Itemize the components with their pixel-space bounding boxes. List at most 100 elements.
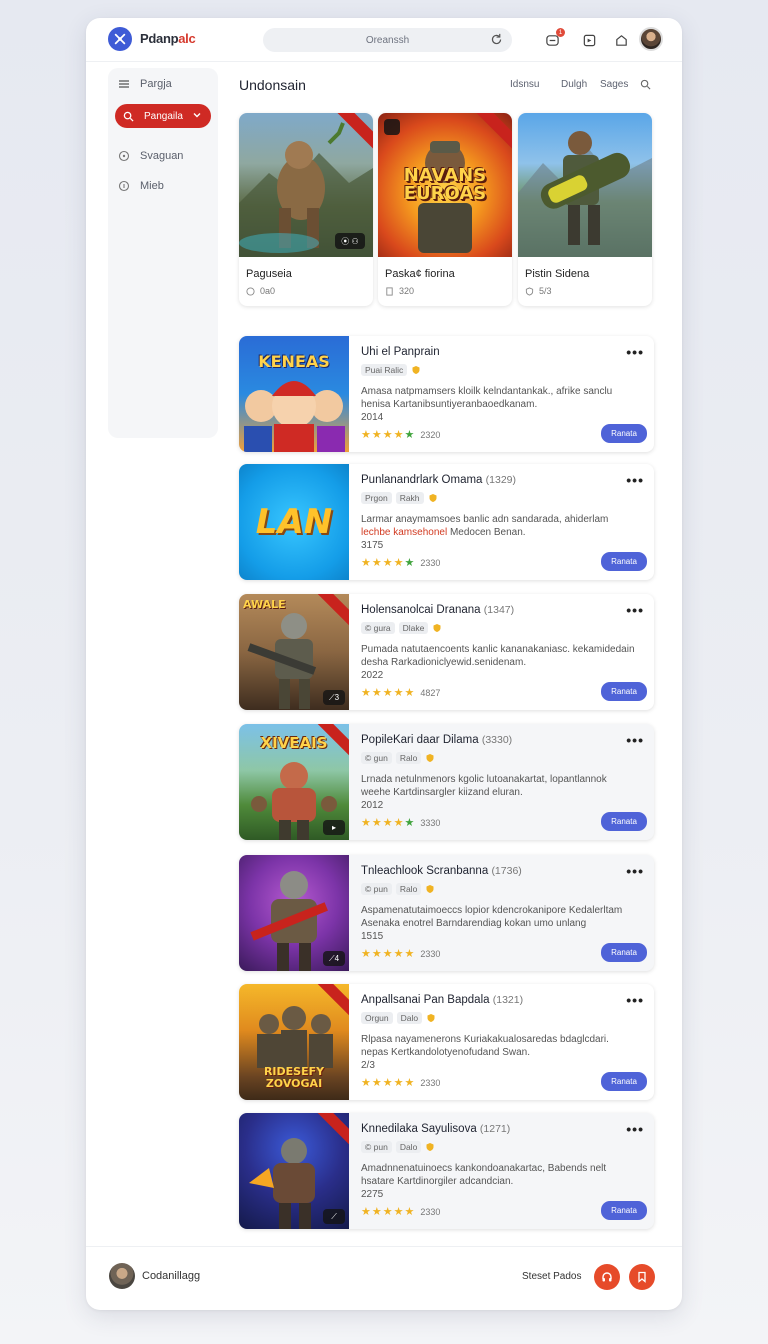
- game-title: Tnleachlook Scranbanna (1736): [361, 865, 522, 877]
- rating-stars: ★ ★ ★ ★ ★ 2330: [361, 947, 440, 960]
- description-text-end: Medocen Benan.: [449, 527, 526, 538]
- star-icon: ★: [371, 948, 382, 960]
- sidebar-item-chat[interactable]: Svaguan: [118, 150, 183, 162]
- game-title-text: Anpallsanai Pan Bapdala: [361, 994, 490, 1006]
- sidebar-item-info[interactable]: Mieb: [118, 180, 164, 192]
- play-chip[interactable]: ⦿ ⚇: [335, 233, 365, 249]
- sidebar-item-menu[interactable]: Pargja: [118, 78, 172, 90]
- star-icon: ★: [361, 1077, 371, 1089]
- more-options-icon[interactable]: •••: [626, 472, 644, 488]
- list-item[interactable]: ⟋4 Tnleachlook Scranbanna (1736) ••• © p…: [239, 855, 654, 971]
- game-title-text: Tnleachlook Scranbanna: [361, 865, 489, 877]
- more-options-icon[interactable]: •••: [626, 602, 644, 618]
- game-title: Uhi el Panprain: [361, 346, 440, 358]
- game-thumbnail: RIDESEFY ZOVOGAI: [239, 984, 349, 1100]
- message-icon[interactable]: [580, 31, 598, 49]
- sidebar-item-active[interactable]: Pangaila: [115, 104, 211, 128]
- chat-icon: [118, 150, 130, 162]
- description-text: Amasa natpmamsers kloilk kelndantankak.,…: [361, 386, 613, 410]
- tag: Orgun: [361, 1012, 393, 1024]
- more-options-icon[interactable]: •••: [626, 1121, 644, 1137]
- game-title: PopileKari daar Dilama (3330): [361, 734, 512, 746]
- release-year: 2014: [361, 412, 384, 423]
- user-avatar[interactable]: [639, 27, 663, 51]
- star-icon: ★: [382, 687, 393, 699]
- search-input[interactable]: Oreanssh: [263, 28, 512, 52]
- star-icon: ★: [393, 948, 404, 960]
- star-icon: ★: [361, 557, 371, 569]
- description-text: Pumada natutaencoents kanlic kananakania…: [361, 644, 635, 668]
- page-title: Undonsain: [239, 77, 306, 93]
- more-options-icon[interactable]: •••: [626, 863, 644, 879]
- featured-card[interactable]: NAVANS EUROAS Paska¢ fiorina 320: [378, 113, 512, 306]
- install-button[interactable]: Ranata: [601, 943, 647, 962]
- rating-stars: ★ ★ ★ ★ ★ 2330: [361, 1076, 440, 1089]
- rating-count: 3330: [420, 817, 441, 828]
- install-button[interactable]: Ranata: [601, 1201, 647, 1220]
- featured-card[interactable]: ⦿ ⚇ Paguseia 0a0: [239, 113, 373, 306]
- description-text: Rlpasa nayamenerons Kuriakakualosaredas …: [361, 1034, 609, 1058]
- star-icon: ★: [371, 817, 382, 829]
- tag-list: Orgun Dalo: [361, 1012, 436, 1024]
- refresh-icon[interactable]: [490, 33, 503, 46]
- play-chip[interactable]: ⟋3: [323, 690, 345, 705]
- verified-badge-icon: [426, 1143, 434, 1151]
- bookmark-button[interactable]: [629, 1264, 655, 1290]
- list-item[interactable]: ⟋ Knnedilaka Sayulisova (1271) ••• © pun…: [239, 1113, 654, 1229]
- star-icon: ★: [371, 1206, 382, 1218]
- star-icon: ★: [382, 429, 393, 441]
- rating-stars: ★ ★ ★ ★ ★ 2330: [361, 1205, 440, 1218]
- release-year: 2012: [361, 800, 384, 811]
- clock-icon: [246, 286, 255, 296]
- more-options-icon[interactable]: •••: [626, 732, 644, 748]
- sidebar-item-label: Mieb: [140, 180, 164, 192]
- install-button[interactable]: Ranata: [601, 424, 647, 443]
- play-chip[interactable]: ▸: [323, 820, 345, 835]
- star-icon: ★: [404, 557, 415, 569]
- play-chip[interactable]: [384, 119, 400, 135]
- list-item[interactable]: AWALE ⟋3 Holensanolcai Dranana (1347) ••…: [239, 594, 654, 710]
- list-item[interactable]: LAN Punlanandrlark Omama (1329) ••• Prgo…: [239, 464, 654, 580]
- game-description: Rlpasa nayamenerons Kuriakakualosaredas …: [361, 1033, 636, 1072]
- star-icon: ★: [404, 1077, 415, 1089]
- description-text: Lrnada netulnmenors kgolic lutoanakartat…: [361, 774, 607, 798]
- list-item[interactable]: KENEAS Uhi el Panprain ••• Puai Ralic Am…: [239, 336, 654, 452]
- card-meta-value: 5/3: [539, 286, 552, 296]
- notification-icon[interactable]: 1: [543, 28, 565, 49]
- featured-card[interactable]: Pistin Sidena 5/3: [518, 113, 652, 306]
- game-description: Larmar anaymamsoes banlic adn sandarada,…: [361, 513, 636, 552]
- home-icon[interactable]: [612, 31, 630, 49]
- verified-badge-icon: [412, 366, 420, 374]
- star-icon: ★: [382, 1206, 393, 1218]
- star-icon: ★: [361, 817, 371, 829]
- description-text: Aspamenatutaimoeccs lopior kdencrokanipo…: [361, 905, 623, 929]
- nav-link[interactable]: Dulgh: [561, 79, 587, 90]
- card-title: Pistin Sidena: [525, 268, 590, 280]
- footer-link[interactable]: Steset Pados: [522, 1271, 581, 1282]
- play-chip[interactable]: ⟋: [323, 1209, 345, 1224]
- game-description: Amadnnenatuinoecs kankondoanakartac, Bab…: [361, 1162, 636, 1201]
- install-button[interactable]: Ranata: [601, 812, 647, 831]
- rating-stars: ★ ★ ★ ★ ★ 2330: [361, 556, 440, 569]
- nav-link[interactable]: Idsnsu: [510, 79, 539, 90]
- install-button[interactable]: Ranata: [601, 552, 647, 571]
- install-button[interactable]: Ranata: [601, 682, 647, 701]
- list-item[interactable]: XIVEAIS ▸ PopileKari daar Dilama (3330) …: [239, 724, 654, 840]
- brand-accent: alc: [178, 31, 196, 46]
- tag: Puai Ralic: [361, 364, 408, 376]
- star-icon: ★: [393, 557, 404, 569]
- play-chip[interactable]: ⟋4: [323, 951, 345, 966]
- footer-avatar[interactable]: [109, 1263, 135, 1289]
- release-year: 2/3: [361, 1060, 375, 1071]
- logo-icon[interactable]: [108, 27, 132, 51]
- menu-icon: [119, 80, 129, 88]
- list-item[interactable]: RIDESEFY ZOVOGAI Anpallsanai Pan Bapdala…: [239, 984, 654, 1100]
- install-button[interactable]: Ranata: [601, 1072, 647, 1091]
- more-options-icon[interactable]: •••: [626, 992, 644, 1008]
- search-icon[interactable]: [640, 79, 651, 90]
- nav-link[interactable]: Sages: [600, 79, 628, 90]
- more-options-icon[interactable]: •••: [626, 344, 644, 360]
- game-title-text: Uhi el Panprain: [361, 346, 440, 358]
- headphones-button[interactable]: [594, 1264, 620, 1290]
- star-icon: ★: [371, 687, 382, 699]
